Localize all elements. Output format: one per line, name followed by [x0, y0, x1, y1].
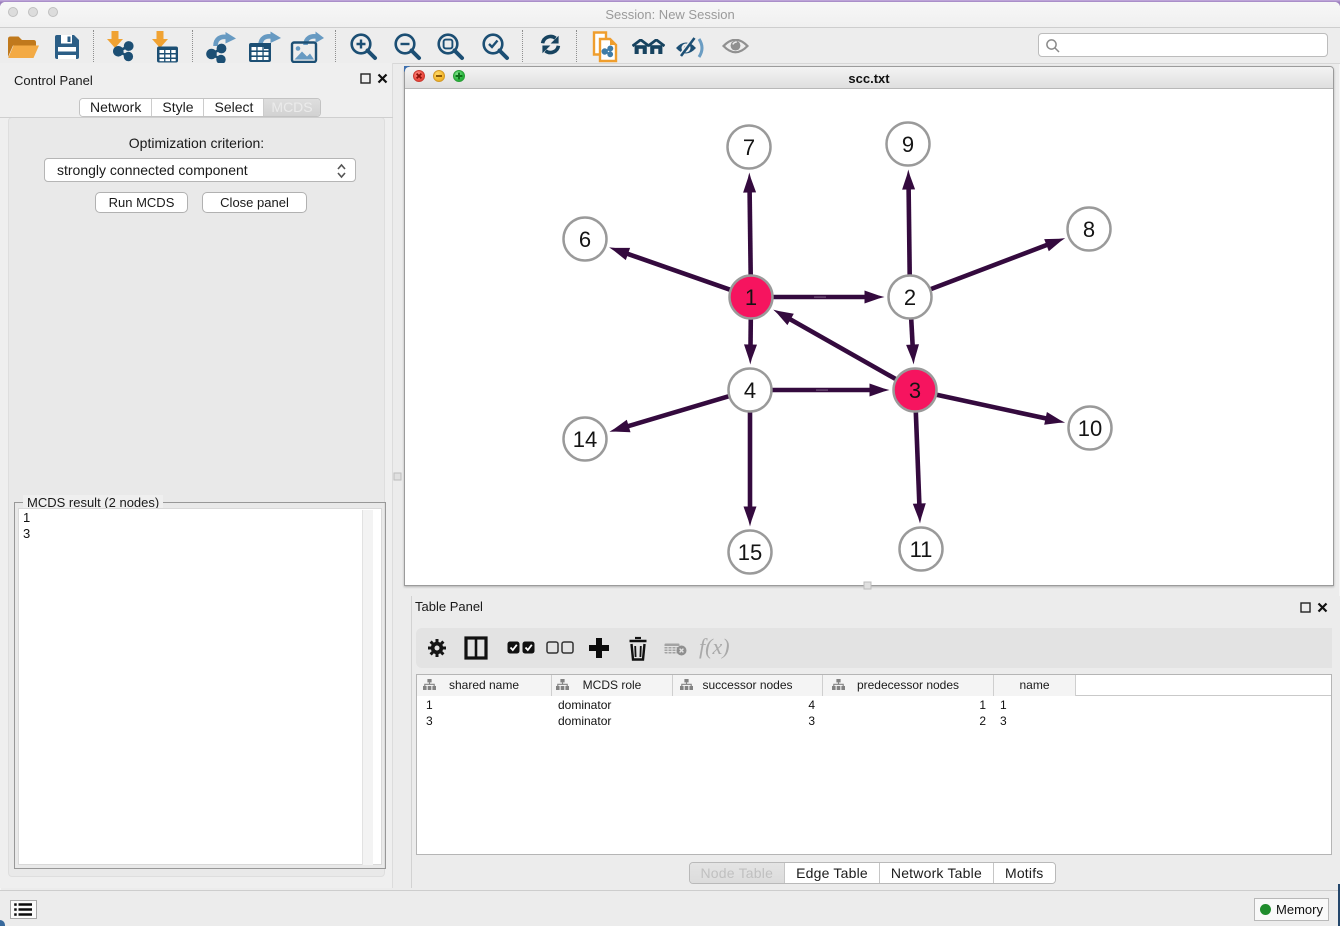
svg-text:7: 7	[743, 135, 755, 160]
svg-text:6: 6	[579, 227, 591, 252]
svg-text:3: 3	[909, 378, 921, 403]
svg-text:14: 14	[573, 427, 597, 452]
svg-text:4: 4	[744, 378, 756, 403]
svg-text:1: 1	[745, 285, 757, 310]
svg-text:2: 2	[904, 285, 916, 310]
svg-text:10: 10	[1078, 416, 1102, 441]
svg-text:15: 15	[738, 540, 762, 565]
svg-text:8: 8	[1083, 217, 1095, 242]
svg-text:11: 11	[910, 537, 933, 562]
svg-text:9: 9	[902, 132, 914, 157]
